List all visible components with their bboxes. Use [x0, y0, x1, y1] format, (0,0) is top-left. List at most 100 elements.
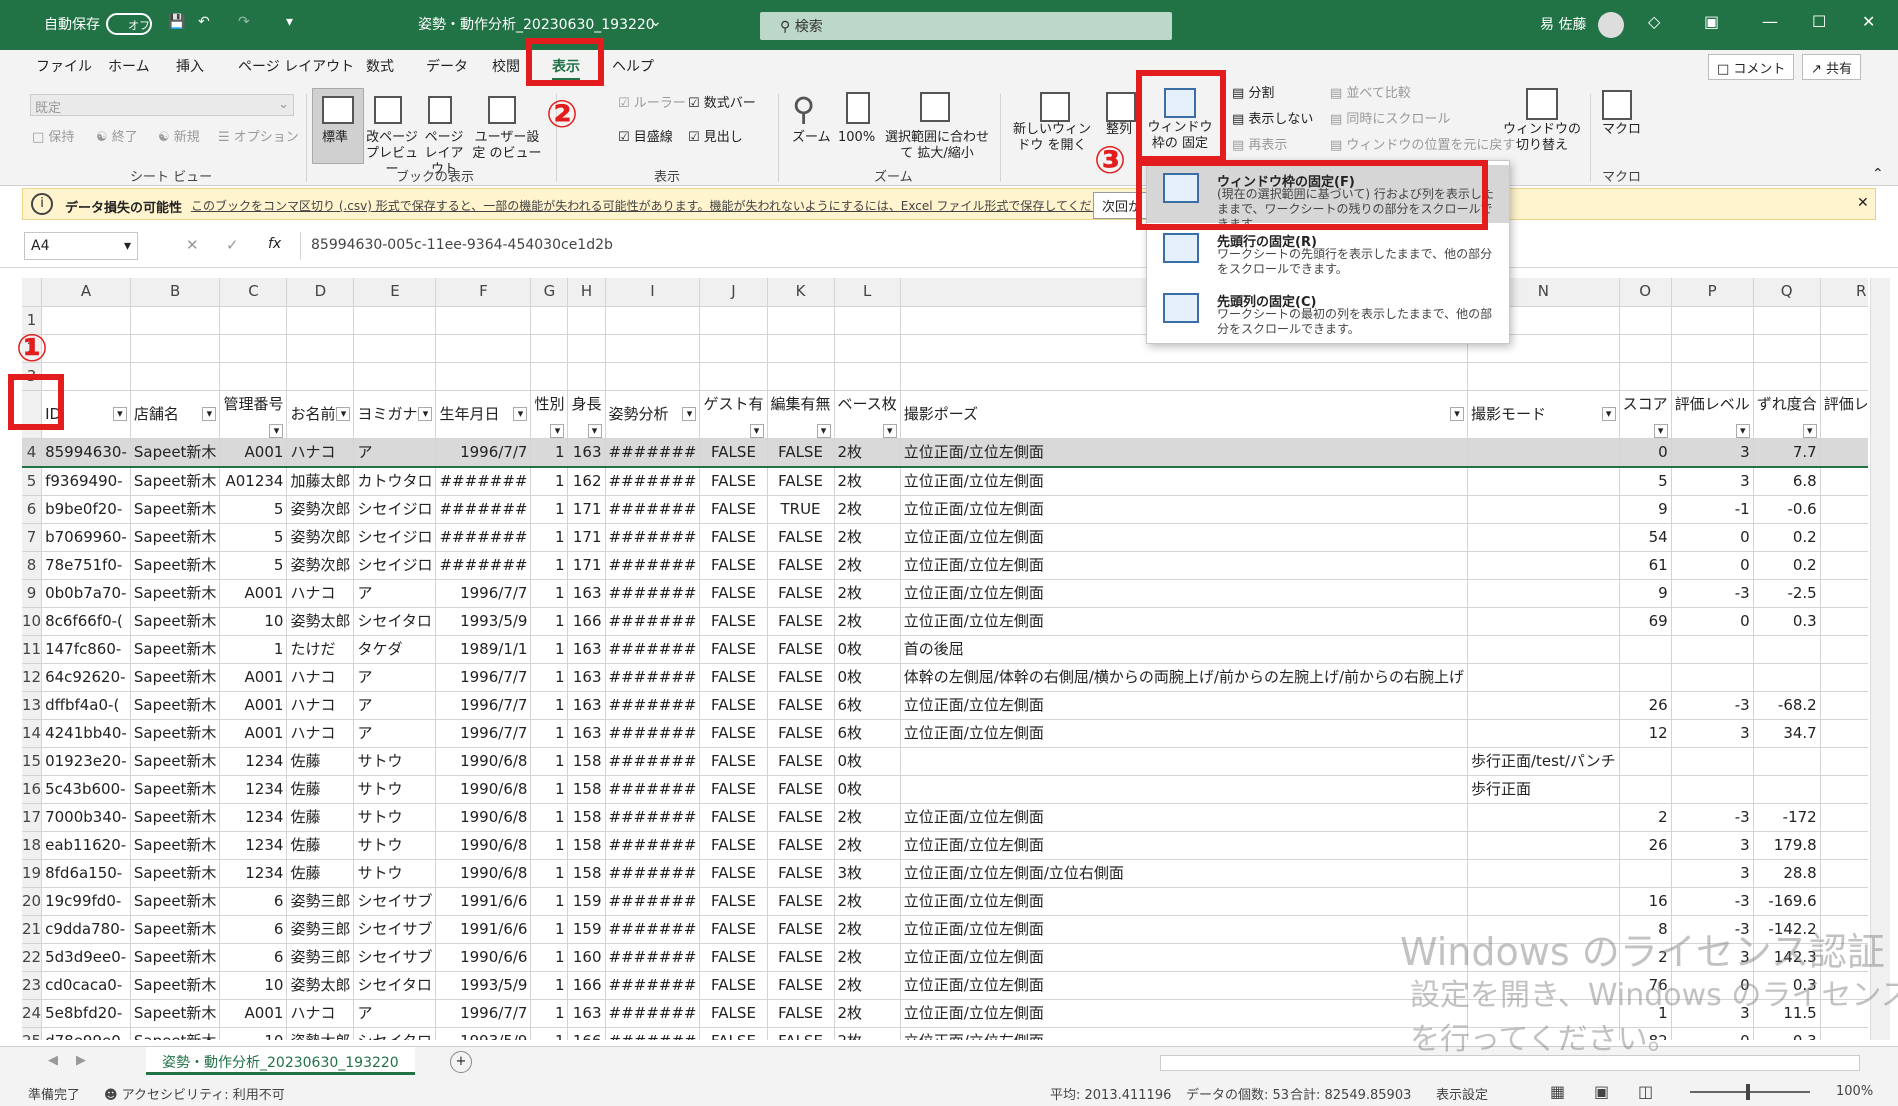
- cell[interactable]: 2枚: [834, 915, 901, 944]
- cell[interactable]: #######: [605, 775, 701, 804]
- column-filter-header[interactable]: 撮影モード ▾: [1467, 390, 1620, 439]
- row-header[interactable]: 18: [22, 831, 43, 860]
- cell[interactable]: 1990/6/8: [435, 859, 532, 888]
- row-header[interactable]: 19: [22, 859, 43, 888]
- column-filter-header[interactable]: 編集有無 ▾: [767, 390, 835, 439]
- next-sheet-icon[interactable]: ▶: [76, 1053, 86, 1068]
- column-filter-header[interactable]: 評価レベル▾: [1820, 390, 1868, 439]
- cell[interactable]: [219, 362, 288, 391]
- cell[interactable]: b7069960-: [41, 523, 131, 552]
- pagebreak-icon[interactable]: [374, 96, 402, 124]
- cell[interactable]: [1619, 306, 1672, 335]
- cell[interactable]: [900, 775, 1469, 804]
- normal-view-icon[interactable]: ▦: [1550, 1082, 1565, 1101]
- cell[interactable]: 163: [567, 719, 606, 748]
- cell[interactable]: FALSE: [699, 663, 768, 692]
- column-header[interactable]: R: [1820, 278, 1868, 307]
- cell[interactable]: [1671, 362, 1754, 391]
- cell[interactable]: 0: [1671, 523, 1754, 552]
- cell[interactable]: A001: [219, 663, 288, 692]
- cell[interactable]: 0: [1671, 551, 1754, 580]
- cell[interactable]: #######: [605, 438, 701, 468]
- cell[interactable]: [767, 362, 835, 391]
- cell[interactable]: #######: [605, 523, 701, 552]
- diamond-icon[interactable]: ◇: [1648, 12, 1660, 31]
- cell[interactable]: [1467, 495, 1620, 524]
- cell[interactable]: 0: [1820, 495, 1868, 524]
- cell[interactable]: シセイジロ: [353, 551, 437, 580]
- cell[interactable]: 2枚: [834, 887, 901, 916]
- cell[interactable]: FALSE: [767, 747, 835, 776]
- cell[interactable]: [767, 306, 835, 335]
- cell[interactable]: 159: [567, 915, 606, 944]
- minimize-icon[interactable]: —: [1762, 12, 1778, 31]
- autosave-toggle[interactable]: オフ: [106, 13, 152, 35]
- cell[interactable]: #######: [435, 466, 532, 496]
- add-sheet-icon[interactable]: +: [450, 1051, 472, 1073]
- comment-button[interactable]: □ コメント: [1708, 54, 1795, 80]
- cell[interactable]: [353, 362, 437, 391]
- cell[interactable]: dffbf4a0-(: [41, 691, 131, 720]
- cell[interactable]: 1: [530, 551, 569, 580]
- filter-dropdown-icon[interactable]: ▾: [418, 406, 433, 421]
- accessibility-status[interactable]: ☻ アクセシビリティ: 利用不可: [104, 1084, 285, 1103]
- cell[interactable]: 姿勢太郎: [286, 971, 355, 1000]
- cell[interactable]: 立位正面/立位左側面: [900, 887, 1469, 916]
- cell[interactable]: 2枚: [834, 971, 901, 1000]
- cell[interactable]: FALSE: [699, 971, 768, 1000]
- cell[interactable]: 61: [1619, 551, 1672, 580]
- avatar[interactable]: [1598, 12, 1624, 38]
- cell[interactable]: FALSE: [699, 579, 768, 608]
- side-by-side-button[interactable]: ▤ 並べて比較: [1330, 86, 1411, 102]
- cell[interactable]: 姿勢太郎: [286, 1027, 355, 1040]
- cell[interactable]: 163: [567, 579, 606, 608]
- cell[interactable]: [605, 362, 701, 391]
- cell[interactable]: [1619, 334, 1672, 363]
- filter-dropdown-icon[interactable]: ▾: [749, 423, 764, 437]
- cell[interactable]: FALSE: [699, 747, 768, 776]
- cell[interactable]: 6: [219, 887, 288, 916]
- cell[interactable]: 佐藤: [286, 831, 355, 860]
- filter-dropdown-icon[interactable]: ▾: [587, 423, 602, 437]
- cell[interactable]: 姿勢三郎: [286, 943, 355, 972]
- cell[interactable]: 姿勢三郎: [286, 887, 355, 916]
- cell[interactable]: [1820, 775, 1868, 804]
- row-header[interactable]: 22: [22, 943, 43, 972]
- column-header[interactable]: G: [530, 278, 569, 307]
- cell[interactable]: 158: [567, 859, 606, 888]
- cell[interactable]: [1671, 663, 1754, 692]
- cell[interactable]: 姿勢次郎: [286, 495, 355, 524]
- column-header[interactable]: Q: [1753, 278, 1821, 307]
- page-break-icon[interactable]: ◫: [1638, 1082, 1653, 1101]
- cell[interactable]: FALSE: [699, 438, 768, 468]
- column-header[interactable]: L: [834, 278, 901, 307]
- cell[interactable]: [605, 306, 701, 335]
- cell[interactable]: FALSE: [699, 495, 768, 524]
- select-all-corner[interactable]: [22, 278, 43, 307]
- cell[interactable]: 姿勢次郎: [286, 523, 355, 552]
- cell[interactable]: 立位正面/立位左側面: [900, 999, 1469, 1028]
- cell[interactable]: [605, 334, 701, 363]
- customize-qat-icon[interactable]: ▾: [286, 14, 293, 30]
- cell[interactable]: 1: [530, 579, 569, 608]
- cell[interactable]: 1990/6/8: [435, 747, 532, 776]
- cell[interactable]: #######: [605, 663, 701, 692]
- cell[interactable]: 9: [1619, 579, 1672, 608]
- cell[interactable]: [41, 334, 131, 363]
- cell[interactable]: 佐藤: [286, 775, 355, 804]
- cell[interactable]: 立位正面/立位左側面: [900, 915, 1469, 944]
- cell[interactable]: 立位正面/立位左側面: [900, 1027, 1469, 1040]
- row-header[interactable]: 7: [22, 523, 43, 552]
- cell[interactable]: FALSE: [767, 943, 835, 972]
- ribbon-display-icon[interactable]: ▣: [1704, 12, 1719, 31]
- menu-item-freeze-first-column[interactable]: 先頭列の固定(C) ワークシートの最初の列を表示したままで、他の部分をスクロール…: [1147, 285, 1509, 343]
- cell[interactable]: [530, 306, 569, 335]
- row-header[interactable]: 15: [22, 747, 43, 776]
- cell[interactable]: 163: [567, 663, 606, 692]
- cell[interactable]: -0.6: [1753, 495, 1821, 524]
- cell[interactable]: 立位正面/立位左側面: [900, 971, 1469, 1000]
- cell[interactable]: [1619, 362, 1672, 391]
- cell[interactable]: 体幹の左側屈/体幹の右側屈/横からの両腕上げ/前からの左腕上げ/前からの右腕上げ: [900, 663, 1469, 692]
- cell[interactable]: -3: [1820, 831, 1868, 860]
- cell[interactable]: 2枚: [834, 1027, 901, 1040]
